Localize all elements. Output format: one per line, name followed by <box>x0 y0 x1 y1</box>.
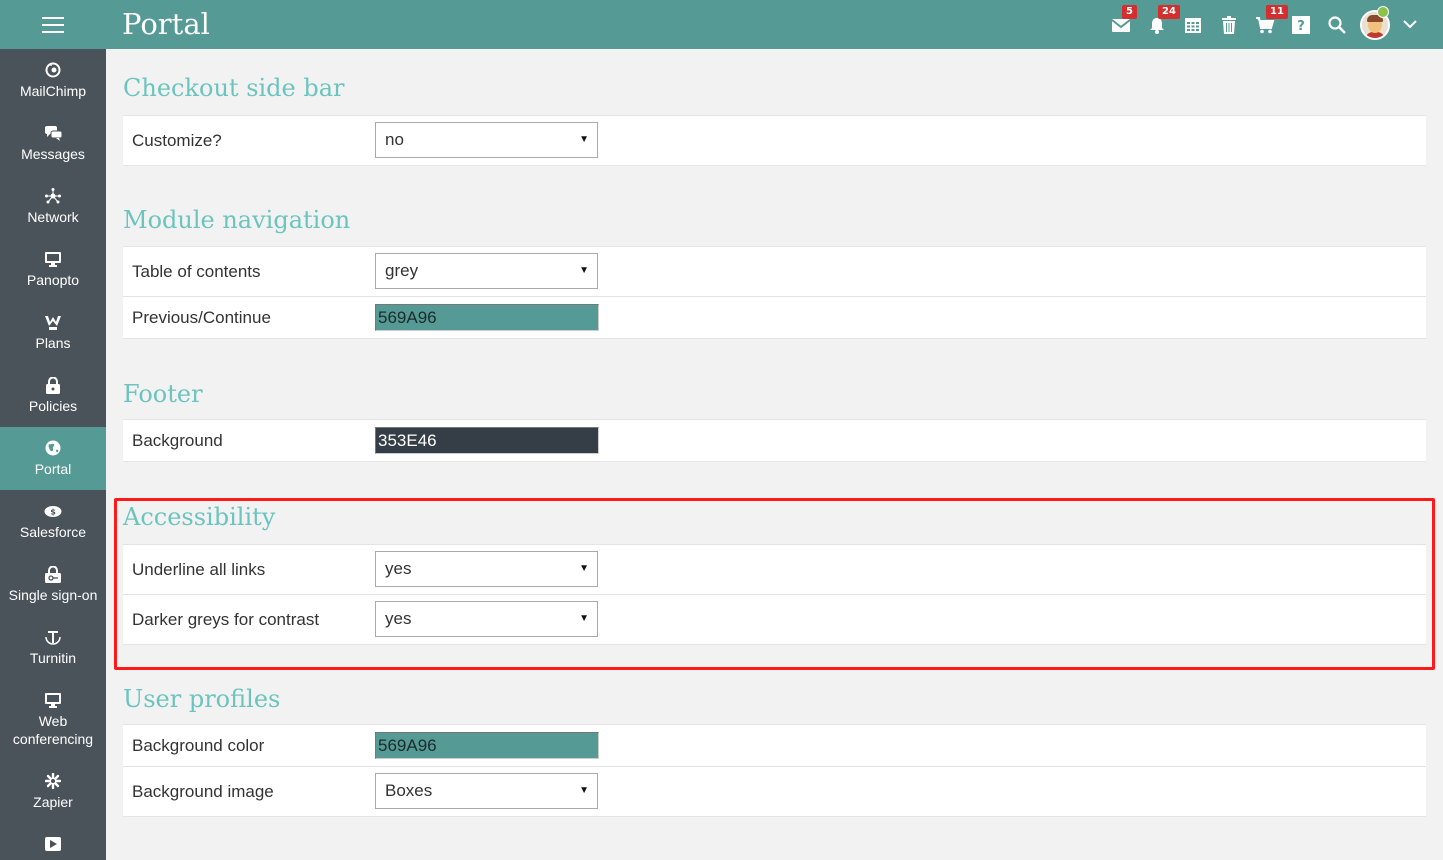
mail-button[interactable]: 5 <box>1103 0 1139 49</box>
setting-label: Customize? <box>132 130 222 150</box>
top-bar: Portal 5 24 11 ? <box>0 0 1443 49</box>
setting-label: Background color <box>132 735 265 755</box>
settings-rows: Table of contents grey ▼ Previous/Contin… <box>123 246 1426 339</box>
sidebar-item-label: Turnitin <box>29 650 77 666</box>
select-value: Boxes <box>385 781 433 800</box>
sidebar-item-video[interactable] <box>0 823 106 860</box>
plans-icon <box>45 312 61 332</box>
accessibility-highlight-box <box>114 498 1435 670</box>
section-title: Footer <box>123 380 203 408</box>
svg-text:$: $ <box>50 507 56 516</box>
app-title: Portal <box>122 7 210 41</box>
section-user-profiles: User profiles Background color 569A96 Ba… <box>123 684 1426 817</box>
setting-row-table-of-contents: Table of contents grey ▼ <box>123 247 1426 297</box>
chat-icon <box>44 123 62 143</box>
sidebar-item-turnitin[interactable]: Turnitin <box>0 616 106 679</box>
search-button[interactable] <box>1319 0 1355 49</box>
sso-lock-icon <box>45 564 61 584</box>
menu-icon[interactable] <box>0 0 106 49</box>
background-color-input[interactable]: 569A96 <box>375 732 599 759</box>
previous-continue-color-input[interactable]: 569A96 <box>375 304 599 331</box>
setting-row-previous-continue: Previous/Continue 569A96 <box>123 297 1426 339</box>
turnitin-icon <box>45 627 61 647</box>
sidebar-item-portal[interactable]: Portal <box>0 427 106 490</box>
sidebar-item-panopto[interactable]: Panopto <box>0 238 106 301</box>
sidebar-item-label: Network <box>27 209 79 225</box>
setting-label: Background image <box>132 781 274 801</box>
sidebar-item-label: MailChimp <box>19 83 87 99</box>
dropdown-arrow-icon: ▼ <box>579 134 589 145</box>
sidebar-item-label: Portal <box>34 461 72 477</box>
trash-icon <box>1222 15 1236 34</box>
select-value: grey <box>385 261 419 280</box>
sidebar-item-policies[interactable]: Policies <box>0 364 106 427</box>
setting-label: Previous/Continue <box>132 307 271 327</box>
dropdown-arrow-icon: ▼ <box>579 265 589 276</box>
section-module-navigation: Module navigation Table of contents grey… <box>123 205 1426 339</box>
help-button[interactable]: ? <box>1283 0 1319 49</box>
customize-select[interactable]: no ▼ <box>375 122 598 158</box>
calendar-button[interactable] <box>1175 0 1211 49</box>
background-image-select[interactable]: Boxes ▼ <box>375 773 598 809</box>
calendar-icon <box>1185 17 1201 33</box>
sidebar-item-label: Web conferencing <box>12 713 94 747</box>
mailchimp-icon <box>45 60 61 80</box>
monitor-icon <box>45 249 61 269</box>
sidebar-item-label: Panopto <box>26 272 80 288</box>
setting-label: Table of contents <box>132 261 261 281</box>
footer-background-color-input[interactable]: 353E46 <box>375 427 599 454</box>
select-value: no <box>385 130 404 149</box>
sidebar-item-network[interactable]: Network <box>0 175 106 238</box>
settings-rows: Background 353E46 <box>123 419 1426 462</box>
setting-row-customize: Customize? no ▼ <box>123 116 1426 166</box>
sidebar-item-label: Plans <box>35 335 71 351</box>
online-status-icon <box>1377 6 1389 18</box>
mail-badge: 5 <box>1122 5 1137 19</box>
search-icon <box>1328 15 1346 34</box>
top-icons: 5 24 11 ? <box>1103 0 1425 49</box>
salesforce-icon: $ <box>44 501 62 521</box>
zapier-icon <box>45 771 61 791</box>
sidebar-item-plans[interactable]: Plans <box>0 301 106 364</box>
setting-row-footer-background: Background 353E46 <box>123 420 1426 462</box>
section-title: Checkout side bar <box>123 74 345 102</box>
sidebar-item-web-conferencing[interactable]: Web conferencing <box>0 679 106 760</box>
user-menu-button[interactable] <box>1355 0 1395 49</box>
section-footer: Footer Background 353E46 <box>123 379 1426 462</box>
sidebar-item-label: Policies <box>28 398 78 414</box>
setting-row-background-image: Background image Boxes ▼ <box>123 767 1426 817</box>
setting-label: Background <box>132 430 223 450</box>
svg-text:?: ? <box>1297 19 1305 34</box>
sidebar-item-messages[interactable]: Messages <box>0 112 106 175</box>
sidebar-item-label: Messages <box>21 146 85 162</box>
notifications-button[interactable]: 24 <box>1139 0 1180 49</box>
globe-icon <box>45 438 61 458</box>
settings-rows: Background color 569A96 Background image… <box>123 724 1426 817</box>
sidebar-item-single-sign-on[interactable]: Single sign-on <box>0 553 106 616</box>
main-content: Checkout side bar Customize? no ▼ Module… <box>106 49 1443 860</box>
sidebar-item-mailchimp[interactable]: MailChimp <box>0 49 106 112</box>
section-title: User profiles <box>123 685 281 713</box>
help-icon: ? <box>1292 15 1310 34</box>
setting-row-background-color: Background color 569A96 <box>123 725 1426 767</box>
sidebar-item-zapier[interactable]: Zapier <box>0 760 106 823</box>
sidebar-item-label: Zapier <box>33 794 73 810</box>
sidebar: MailChimp Messages Network Panopto Plans… <box>0 49 106 860</box>
section-checkout-side-bar: Checkout side bar Customize? no ▼ <box>123 73 1426 166</box>
cart-button[interactable]: 11 <box>1247 0 1288 49</box>
trash-button[interactable] <box>1211 0 1247 49</box>
web-conferencing-icon <box>45 690 61 710</box>
sidebar-item-label: Salesforce <box>19 524 87 540</box>
chevron-down-icon[interactable] <box>1395 0 1425 49</box>
section-title: Module navigation <box>123 206 351 234</box>
video-icon <box>45 834 61 854</box>
sidebar-item-salesforce[interactable]: $ Salesforce <box>0 490 106 553</box>
lock-icon <box>46 375 60 395</box>
network-icon <box>45 186 61 206</box>
table-of-contents-select[interactable]: grey ▼ <box>375 253 598 289</box>
settings-rows: Customize? no ▼ <box>123 115 1426 166</box>
sidebar-item-label: Single sign-on <box>8 587 98 603</box>
dropdown-arrow-icon: ▼ <box>579 785 589 796</box>
